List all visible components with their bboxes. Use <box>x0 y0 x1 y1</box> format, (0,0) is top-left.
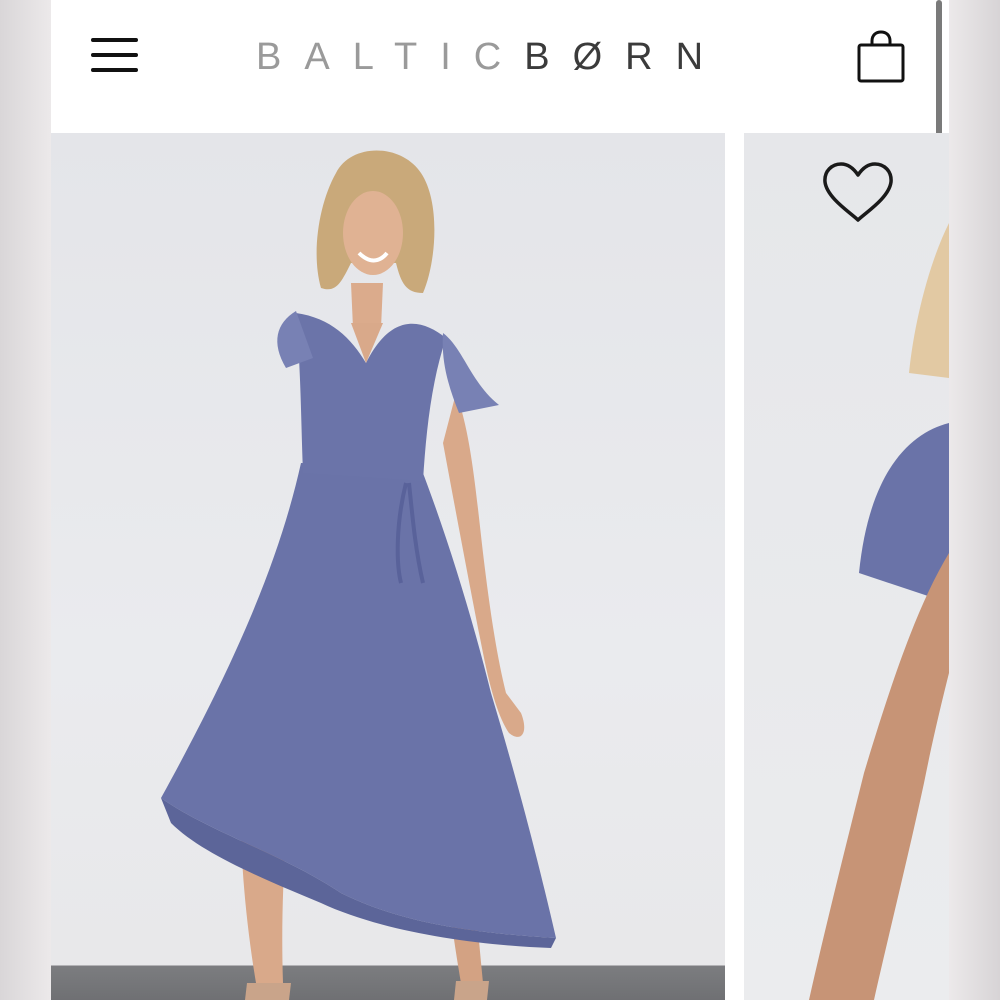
menu-button[interactable] <box>91 38 139 74</box>
product-image-next[interactable] <box>744 133 949 1000</box>
backdrop-left <box>0 0 51 1000</box>
phone-screen: BALTIC BØRN <box>51 0 949 1000</box>
model-photo <box>161 150 556 1000</box>
brand-logo[interactable]: BALTIC BØRN <box>256 32 756 82</box>
heart-icon <box>823 162 893 222</box>
logo-text-dark: BØRN <box>524 35 727 78</box>
shopping-bag-icon <box>857 30 905 83</box>
logo-text-light: BALTIC <box>256 35 525 78</box>
backdrop-right <box>949 0 1000 1000</box>
product-image-main[interactable] <box>51 133 725 1000</box>
favorite-button[interactable] <box>821 160 895 226</box>
site-header: BALTIC BØRN <box>51 0 949 200</box>
shopping-bag-button[interactable] <box>857 30 905 84</box>
model-photo-partial <box>809 223 949 1000</box>
